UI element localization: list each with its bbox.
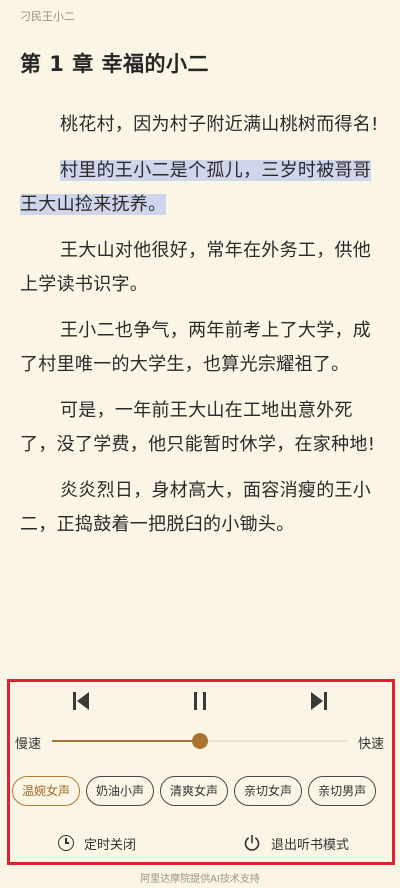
paragraph: 可是，一年前王大山在工地出意外死了，没了学费，他只能暂时休学，在家种地! [20, 394, 382, 462]
paragraph-text: 王小二也争气，两年前考上了大学，成了村里唯一的大学生，也算光宗耀祖了。 [20, 320, 372, 375]
speed-slider-thumb[interactable] [192, 733, 208, 749]
ai-support-note: 阿里达摩院提供AI技术支持 [140, 874, 260, 885]
paragraph-text: 王大山对他很好，常年在外务工，供他上学读书识字。 [20, 240, 372, 295]
skip-next-icon[interactable] [306, 690, 330, 712]
exit-listen-mode-button[interactable]: 退出听书模式 [243, 832, 349, 854]
paragraph-text: 桃花村，因为村子附近满山桃树而得名! [60, 114, 379, 135]
paragraph: 王小二也争气，两年前考上了大学，成了村里唯一的大学生，也算光宗耀祖了。 [20, 314, 382, 382]
paragraph-text: 可是，一年前王大山在工地出意外死了，没了学费，他只能暂时休学，在家种地! [20, 400, 376, 455]
playback-controls [0, 690, 400, 712]
power-icon [244, 834, 260, 851]
paragraph: 王大山对他很好，常年在外务工，供他上学读书识字。 [20, 234, 382, 302]
exit-listen-mode-label: 退出听书模式 [271, 837, 350, 853]
timer-close-button[interactable]: 定时关闭 [58, 832, 136, 854]
paragraph: 炎炎烈日，身材高大，面容消瘦的王小二，正捣鼓着一把脱臼的小锄头。 [20, 474, 382, 542]
voice-option[interactable]: 亲切女声 [234, 776, 303, 806]
book-title: 刁民王小二 [20, 10, 75, 23]
voice-option[interactable]: 清爽女声 [160, 776, 229, 806]
paragraph-text: 炎炎烈日，身材高大，面容消瘦的王小二，正捣鼓着一把脱臼的小锄头。 [20, 480, 372, 535]
speed-slider[interactable] [52, 733, 348, 749]
paragraph-text-highlighted: 村里的王小二是个孤儿，三岁时被哥哥王大山捡来抚养。 [20, 160, 372, 215]
paragraph: 桃花村，因为村子附近满山桃树而得名! [20, 108, 382, 142]
voice-options: 温婉女声 奶油小声 清爽女声 亲切女声 亲切男声 [12, 776, 390, 808]
speed-fast-label: 快速 [358, 737, 385, 752]
chapter-content: 桃花村，因为村子附近满山桃树而得名! 村里的王小二是个孤儿，三岁时被哥哥王大山捡… [20, 108, 382, 554]
voice-option[interactable]: 温婉女声 [12, 776, 81, 806]
chapter-title: 第 1 章 幸福的小二 [20, 52, 210, 76]
pause-icon[interactable] [188, 690, 212, 712]
clock-icon [58, 835, 74, 851]
skip-previous-icon[interactable] [70, 690, 94, 712]
timer-close-label: 定时关闭 [84, 837, 137, 853]
voice-option[interactable]: 奶油小声 [86, 776, 155, 806]
speed-slider-fill [52, 740, 200, 742]
paragraph-highlighted: 村里的王小二是个孤儿，三岁时被哥哥王大山捡来抚养。 [20, 154, 382, 222]
voice-option[interactable]: 亲切男声 [308, 776, 377, 806]
speed-slow-label: 慢速 [15, 737, 42, 752]
